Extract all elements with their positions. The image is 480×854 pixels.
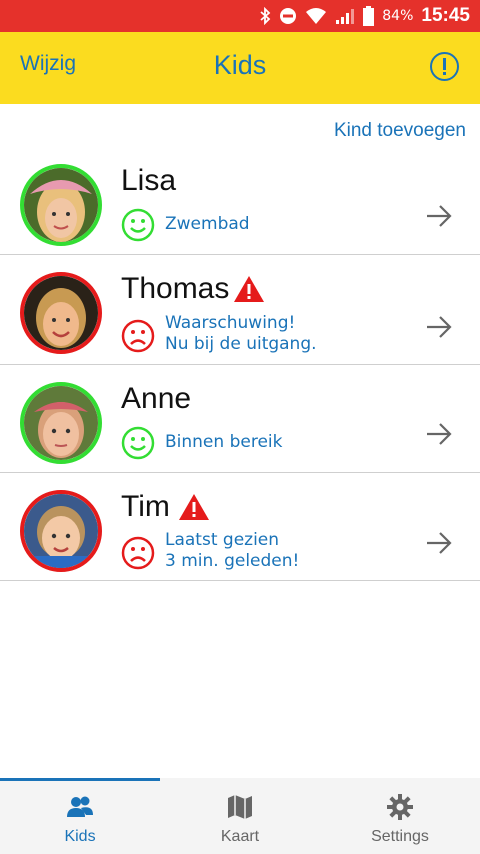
kid-row-lisa[interactable]: Lisa Zwembad <box>0 147 480 255</box>
avatar <box>20 490 102 572</box>
arrow-right-icon[interactable] <box>424 528 454 558</box>
clock: 15:45 <box>421 5 470 26</box>
warning-icon <box>233 275 265 303</box>
bottom-tab-bar: Kids Kaart Settings <box>0 778 480 854</box>
avatar <box>20 272 102 354</box>
kid-name: Lisa <box>121 164 177 197</box>
add-kid-button[interactable]: Kind toevoegen <box>334 120 466 142</box>
tab-label: Kaart <box>220 828 260 845</box>
kid-status: Binnen bereik <box>165 432 283 452</box>
app-header: Wijzig Kids <box>0 32 480 104</box>
do-not-disturb-icon <box>279 7 297 25</box>
tab-settings[interactable]: Settings <box>320 778 480 854</box>
kid-row-thomas[interactable]: Thomas Waarschuwing! Nu bij de uitgang. <box>0 255 480 365</box>
kid-name: Anne <box>121 382 192 415</box>
tab-label: Settings <box>371 828 429 845</box>
sad-face-icon <box>121 536 155 570</box>
sad-face-icon <box>121 319 155 353</box>
arrow-right-icon[interactable] <box>424 312 454 342</box>
battery-icon <box>363 6 375 26</box>
arrow-right-icon[interactable] <box>424 419 454 449</box>
signal-icon <box>335 7 355 25</box>
avatar <box>20 382 102 464</box>
kid-status: Laatst gezien 3 min. geleden! <box>165 530 300 571</box>
bluetooth-icon <box>259 7 271 25</box>
battery-percent: 84% <box>382 8 414 24</box>
warning-icon <box>178 493 210 521</box>
happy-face-icon <box>121 208 155 242</box>
status-bar: 84% 15:45 <box>0 0 480 32</box>
tab-kaart[interactable]: Kaart <box>160 778 320 854</box>
edit-button[interactable]: Wijzig <box>20 52 76 76</box>
kid-name: Thomas <box>121 272 265 306</box>
arrow-right-icon[interactable] <box>424 201 454 231</box>
kid-list: Lisa Zwembad Thomas Waarschuwing! Nu bij… <box>0 147 480 581</box>
info-icon[interactable] <box>429 51 460 82</box>
map-icon <box>226 793 254 821</box>
tab-label: Kids <box>64 828 96 845</box>
kids-icon <box>66 793 94 821</box>
kid-name: Tim <box>121 490 210 524</box>
avatar <box>20 164 102 246</box>
kid-row-anne[interactable]: Anne Binnen bereik <box>0 365 480 473</box>
wifi-icon <box>305 7 327 25</box>
kid-status: Zwembad <box>165 214 250 234</box>
gear-icon <box>386 793 414 821</box>
tab-kids[interactable]: Kids <box>0 778 160 854</box>
kid-row-tim[interactable]: Tim Laatst gezien 3 min. geleden! <box>0 473 480 581</box>
happy-face-icon <box>121 426 155 460</box>
kid-status: Waarschuwing! Nu bij de uitgang. <box>165 313 317 354</box>
